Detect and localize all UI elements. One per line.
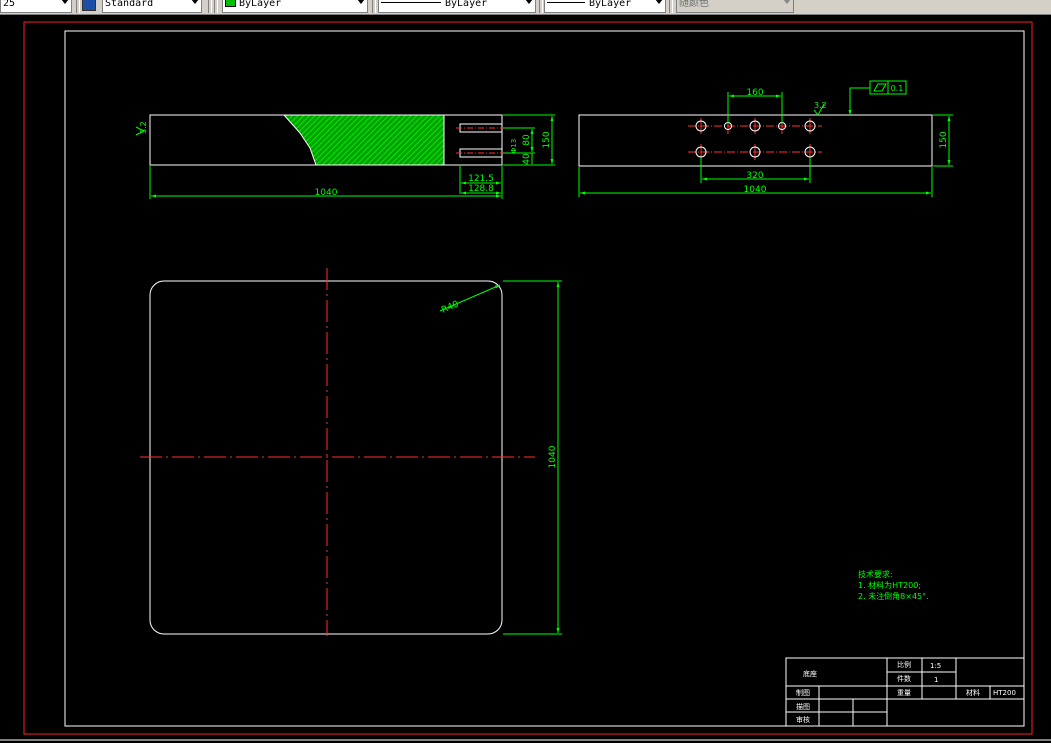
dim-side-length: 1040	[744, 185, 767, 195]
notes-line-2: 2. 未注倒角8×45°.	[858, 591, 929, 601]
qty-value: 1	[934, 676, 938, 684]
chevron-down-icon	[61, 0, 69, 4]
technical-requirements: 技术要求: 1. 材料为HT200; 2. 未注倒角8×45°.	[858, 569, 929, 601]
leader-line	[848, 87, 870, 115]
linetype-combo[interactable]: ByLayer	[378, 0, 536, 13]
material-label: 材料	[966, 688, 980, 697]
weight-label: 重量	[897, 689, 911, 697]
toolbar-separator	[669, 0, 673, 13]
lineweight-combo[interactable]: ByLayer	[544, 0, 666, 13]
approved-label: 审核	[796, 715, 810, 724]
scale-value: 1:5	[930, 662, 941, 670]
dim-side-height: 150	[939, 131, 949, 148]
notes-title: 技术要求:	[858, 569, 893, 579]
chevron-down-icon	[525, 0, 533, 4]
plan-view[interactable]: R40 1040	[140, 268, 562, 636]
color-swatch-icon	[225, 0, 236, 7]
chevron-down-icon	[783, 0, 791, 4]
dim-slot: 80	[522, 134, 532, 146]
plotstyle-combo: 随颜色	[676, 0, 794, 13]
toolbar-separator	[208, 0, 212, 13]
dimension-style-combo[interactable]: Standard	[102, 0, 202, 13]
notes-line-1: 1. 材料为HT200;	[858, 580, 921, 590]
flatness-value: 0.1	[891, 84, 904, 93]
dim-front-height: 150	[542, 131, 552, 148]
scale-label: 比例	[897, 660, 911, 669]
plotstyle-combo-value: 随颜色	[679, 0, 709, 9]
scale-combo-value: 25	[3, 0, 16, 9]
toolbar-separator	[214, 0, 218, 13]
dim-160: 160	[746, 88, 763, 98]
material-value: HT200	[993, 689, 1016, 697]
chevron-down-icon	[655, 0, 663, 4]
part-name: 底座	[803, 669, 817, 678]
dimension-style-value: Standard	[105, 0, 154, 9]
roughness-text: 3.2	[139, 121, 148, 134]
linetype-preview-icon	[381, 2, 441, 3]
toolbar-separator	[76, 0, 80, 13]
dim-121: 121.5	[468, 174, 494, 184]
scale-combo[interactable]: 25	[0, 0, 72, 13]
roughness-symbol: 3.2	[135, 121, 148, 136]
drawing-canvas[interactable]: 3.2 1040 121.5 128.8 150 80 40 Φ13 160 3…	[0, 14, 1051, 743]
flatness-icon	[873, 83, 887, 92]
drawn-label: 制图	[796, 688, 810, 697]
lineweight-combo-value: ByLayer	[589, 0, 632, 9]
section-hatch	[284, 115, 444, 165]
radius-label: R40	[440, 299, 460, 315]
checked-label: 描图	[796, 702, 810, 711]
dimension-style-icon[interactable]	[82, 0, 96, 11]
roughness-side: 3.2	[814, 101, 827, 110]
outer-sheet-border	[23, 21, 1033, 735]
properties-toolbar: 25 Standard ByLayer ByLayer ByLayer 随颜色	[0, 0, 1051, 15]
dim-slot-small: Φ13	[510, 139, 518, 153]
side-view[interactable]: 160 320 1040 150 3.2 0.1	[578, 80, 953, 197]
dim-front-length: 1040	[315, 188, 338, 198]
dim-plan-height: 1040	[548, 445, 558, 468]
toolbar-separator	[372, 0, 376, 13]
linetype-combo-value: ByLayer	[445, 0, 488, 9]
dim-128: 128.8	[468, 184, 494, 194]
chevron-down-icon	[191, 0, 199, 4]
color-combo[interactable]: ByLayer	[222, 0, 368, 13]
hole-pattern	[688, 118, 822, 160]
color-combo-value: ByLayer	[239, 0, 282, 9]
front-view[interactable]: 3.2 1040 121.5 128.8 150 80 40 Φ13	[135, 114, 555, 199]
qty-label: 件数	[897, 674, 911, 683]
lineweight-preview-icon	[547, 2, 585, 3]
title-block[interactable]: 底座 比例 1:5 件数 1 制图 重量 材料 HT200 描图 审核	[785, 657, 1025, 727]
dim-slot-depth: 40	[522, 153, 532, 165]
dim-320: 320	[746, 171, 763, 181]
chevron-down-icon	[357, 0, 365, 4]
toolbar-separator	[539, 0, 543, 13]
